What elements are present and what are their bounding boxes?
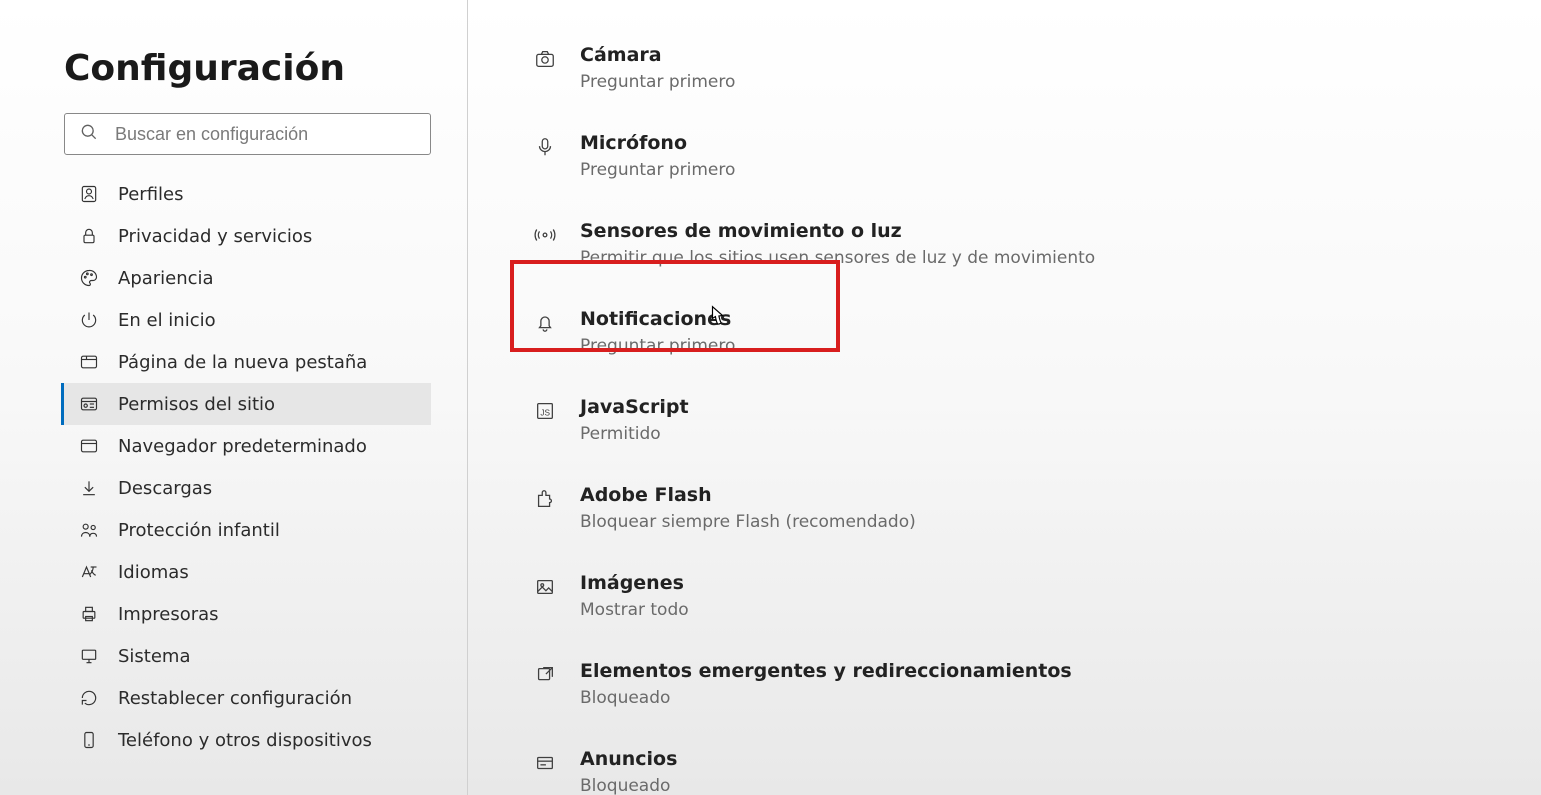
sidebar-item-phone[interactable]: Teléfono y otros dispositivos (61, 719, 431, 761)
phone-icon (78, 729, 100, 751)
sidebar-item-label: Restablecer configuración (118, 688, 352, 709)
site-permissions-icon (78, 393, 100, 415)
search-input[interactable] (115, 124, 416, 145)
sidebar-item-label: Sistema (118, 646, 191, 667)
permission-title: Micrófono (580, 132, 1541, 154)
sidebar-item-reset[interactable]: Restablecer configuración (61, 677, 431, 719)
permission-title: JavaScript (580, 396, 1541, 418)
puzzle-icon (532, 486, 558, 512)
permission-item-javascript[interactable]: JS JavaScript Permitido (532, 376, 1541, 464)
permission-title: Anuncios (580, 748, 1541, 770)
sidebar-item-label: Permisos del sitio (118, 394, 275, 415)
sidebar-item-label: Página de la nueva pestaña (118, 352, 367, 373)
permission-subtitle: Permitir que los sitios usen sensores de… (580, 248, 1541, 268)
default-browser-icon (78, 435, 100, 457)
sidebar-item-newtab[interactable]: Página de la nueva pestaña (61, 341, 431, 383)
permission-item-ads[interactable]: Anuncios Bloqueado (532, 728, 1541, 795)
sidebar-item-label: Descargas (118, 478, 212, 499)
sidebar-item-label: Privacidad y servicios (118, 226, 312, 247)
sidebar-item-label: Teléfono y otros dispositivos (118, 730, 372, 751)
download-icon (78, 477, 100, 499)
sidebar-item-profiles[interactable]: Perfiles (61, 173, 431, 215)
sidebar-item-downloads[interactable]: Descargas (61, 467, 431, 509)
svg-text:JS: JS (540, 409, 550, 418)
language-icon (78, 561, 100, 583)
permission-title: Cámara (580, 44, 1541, 66)
main-content: Cámara Preguntar primero Micrófono Pregu… (468, 0, 1541, 795)
sidebar-item-languages[interactable]: Idiomas (61, 551, 431, 593)
page-title: Configuración (64, 0, 431, 113)
permission-subtitle: Preguntar primero (580, 72, 1541, 92)
permission-item-images[interactable]: Imágenes Mostrar todo (532, 552, 1541, 640)
sidebar-item-privacy[interactable]: Privacidad y servicios (61, 215, 431, 257)
sidebar: Configuración Perfiles Privacidad y serv… (0, 0, 468, 795)
permission-title: Notificaciones (580, 308, 1541, 330)
sidebar-item-printers[interactable]: Impresoras (61, 593, 431, 635)
permission-title: Adobe Flash (580, 484, 1541, 506)
search-icon (79, 122, 115, 146)
permission-subtitle: Preguntar primero (580, 336, 1541, 356)
javascript-icon: JS (532, 398, 558, 424)
sidebar-item-startup[interactable]: En el inicio (61, 299, 431, 341)
sensor-icon (532, 222, 558, 248)
sidebar-item-system[interactable]: Sistema (61, 635, 431, 677)
permission-item-sensors[interactable]: Sensores de movimiento o luz Permitir qu… (532, 200, 1541, 288)
sidebar-item-label: Navegador predeterminado (118, 436, 367, 457)
sidebar-item-default-browser[interactable]: Navegador predeterminado (61, 425, 431, 467)
bell-icon (532, 310, 558, 336)
family-icon (78, 519, 100, 541)
permission-subtitle: Permitido (580, 424, 1541, 444)
permission-subtitle: Bloqueado (580, 688, 1541, 708)
lock-icon (78, 225, 100, 247)
reset-icon (78, 687, 100, 709)
palette-icon (78, 267, 100, 289)
permission-subtitle: Bloqueado (580, 776, 1541, 795)
permission-title: Imágenes (580, 572, 1541, 594)
permission-title: Sensores de movimiento o luz (580, 220, 1541, 242)
microphone-icon (532, 134, 558, 160)
permission-title: Elementos emergentes y redireccionamient… (580, 660, 1541, 682)
sidebar-item-label: En el inicio (118, 310, 216, 331)
profile-icon (78, 183, 100, 205)
sidebar-item-label: Protección infantil (118, 520, 280, 541)
printer-icon (78, 603, 100, 625)
sidebar-item-label: Perfiles (118, 184, 183, 205)
permission-item-camera[interactable]: Cámara Preguntar primero (532, 24, 1541, 112)
permission-item-notifications[interactable]: Notificaciones Preguntar primero (532, 288, 1541, 376)
newtab-icon (78, 351, 100, 373)
permission-item-flash[interactable]: Adobe Flash Bloquear siempre Flash (reco… (532, 464, 1541, 552)
ads-icon (532, 750, 558, 776)
permission-item-popups[interactable]: Elementos emergentes y redireccionamient… (532, 640, 1541, 728)
permission-item-microphone[interactable]: Micrófono Preguntar primero (532, 112, 1541, 200)
sidebar-nav: Perfiles Privacidad y servicios Aparienc… (64, 173, 431, 761)
permission-subtitle: Preguntar primero (580, 160, 1541, 180)
sidebar-item-appearance[interactable]: Apariencia (61, 257, 431, 299)
sidebar-item-label: Impresoras (118, 604, 219, 625)
permission-subtitle: Bloquear siempre Flash (recomendado) (580, 512, 1541, 532)
camera-icon (532, 46, 558, 72)
sidebar-item-site-permissions[interactable]: Permisos del sitio (61, 383, 431, 425)
sidebar-item-label: Idiomas (118, 562, 189, 583)
sidebar-item-family[interactable]: Protección infantil (61, 509, 431, 551)
system-icon (78, 645, 100, 667)
power-icon (78, 309, 100, 331)
permission-subtitle: Mostrar todo (580, 600, 1541, 620)
popup-icon (532, 662, 558, 688)
search-box[interactable] (64, 113, 431, 155)
sidebar-item-label: Apariencia (118, 268, 214, 289)
image-icon (532, 574, 558, 600)
